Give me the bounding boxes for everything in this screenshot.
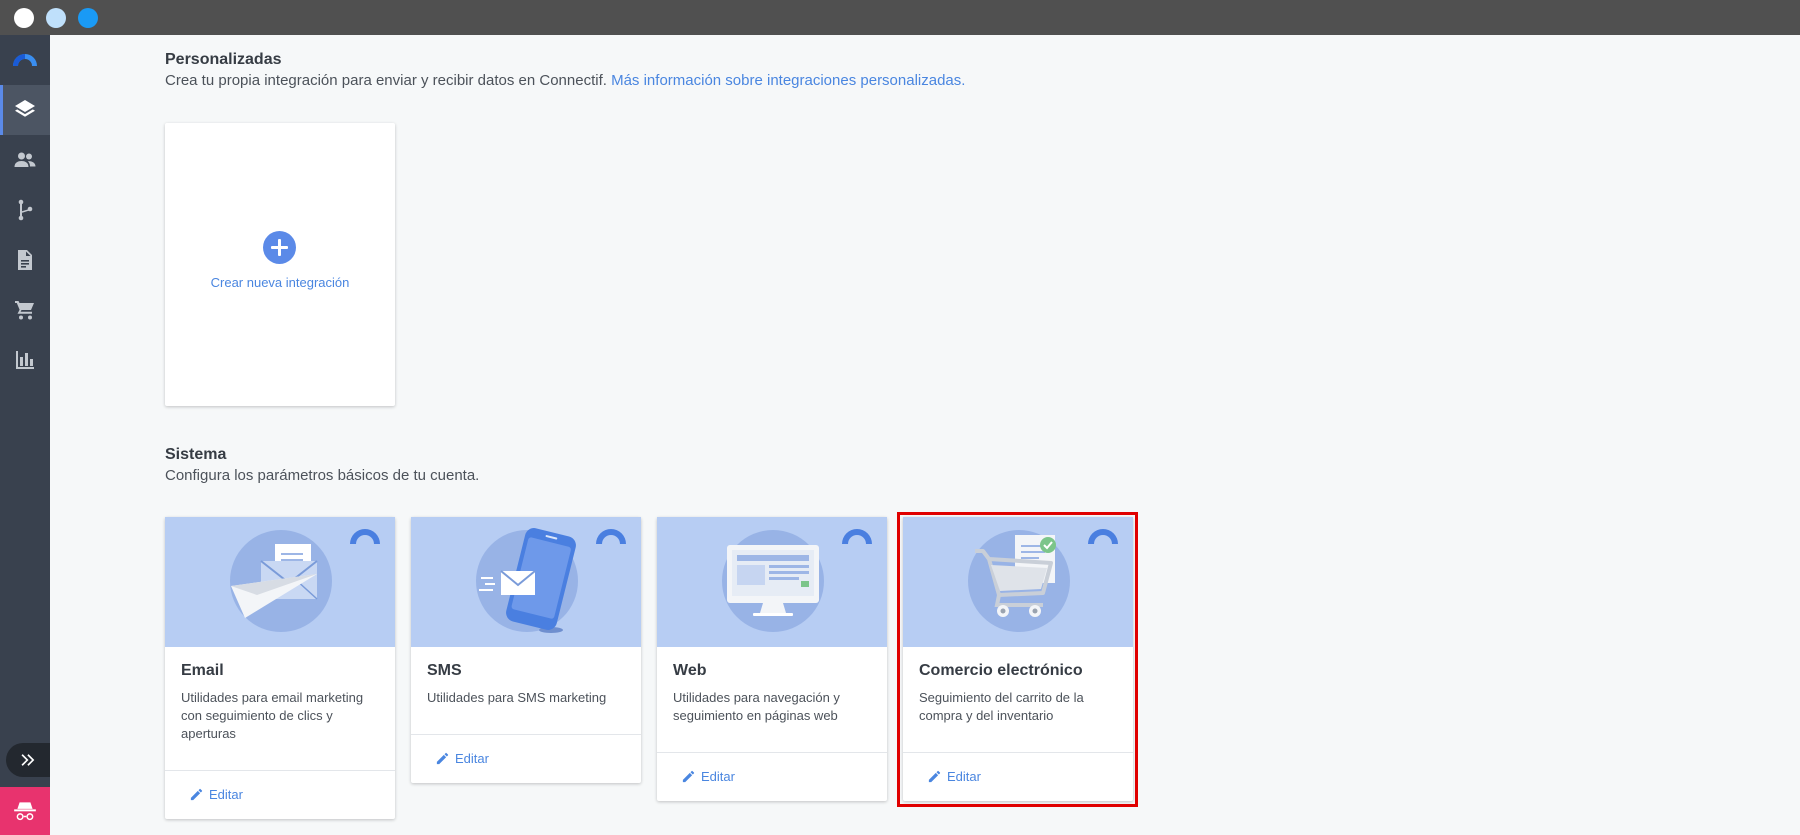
window-close-button[interactable] (14, 8, 34, 28)
new-integration-card[interactable]: Crear nueva integración (165, 123, 395, 406)
custom-section-description-text: Crea tu propia integración para enviar y… (165, 72, 607, 89)
card-description: Utilidades para email marketing con segu… (181, 690, 364, 741)
edit-label: Editar (701, 769, 735, 784)
custom-section-title: Personalizadas (165, 51, 282, 68)
window-minimize-button[interactable] (46, 8, 66, 28)
edit-sms-button[interactable]: Editar (411, 734, 641, 782)
sidebar-item-contacts[interactable] (0, 135, 50, 185)
connectif-logo (350, 529, 380, 544)
pencil-icon (436, 752, 449, 765)
plus-circle-icon (263, 231, 296, 264)
pencil-icon (928, 770, 941, 783)
edit-label: Editar (209, 787, 243, 802)
custom-section-description: Crea tu propia integración para enviar y… (165, 72, 965, 89)
edit-label: Editar (947, 769, 981, 784)
custom-integrations-info-link[interactable]: Más información sobre integraciones pers… (611, 72, 965, 89)
system-card-email[interactable]: Email Utilidades para email marketing co… (165, 517, 395, 819)
sidebar-item-content[interactable] (0, 235, 50, 285)
card-title: SMS (427, 662, 462, 679)
card-description: Seguimiento del carrito de la compra y d… (919, 690, 1084, 723)
edit-web-button[interactable]: Editar (657, 752, 887, 800)
sidebar (0, 35, 50, 835)
window-titlebar (0, 0, 1800, 35)
card-title: Comercio electrónico (919, 662, 1083, 679)
bar-chart-icon (16, 351, 34, 369)
edit-label: Editar (455, 751, 489, 766)
edit-ecommerce-button[interactable]: Editar (903, 752, 1133, 800)
double-chevron-right-icon (21, 754, 35, 766)
sidebar-item-store[interactable] (0, 285, 50, 335)
card-title: Email (181, 662, 224, 679)
card-description: Utilidades para navegación y seguimiento… (673, 690, 840, 723)
card-illustration (411, 517, 641, 647)
layers-icon (15, 100, 35, 117)
card-title: Web (673, 662, 707, 679)
system-card-sms[interactable]: SMS Utilidades para SMS marketing Editar (411, 517, 641, 783)
connectif-logo[interactable] (10, 50, 40, 70)
workflow-icon (18, 199, 33, 221)
sidebar-item-workflows[interactable] (0, 185, 50, 235)
pencil-icon (682, 770, 695, 783)
card-description: Utilidades para SMS marketing (427, 690, 607, 705)
edit-email-button[interactable]: Editar (165, 770, 395, 818)
incognito-user-icon (14, 802, 36, 821)
cart-icon (15, 301, 34, 320)
document-icon (18, 250, 32, 270)
new-integration-label: Crear nueva integración (210, 275, 350, 290)
people-icon (14, 152, 36, 167)
system-card-ecommerce[interactable]: Comercio electrónico Seguimiento del car… (903, 517, 1133, 801)
system-card-web[interactable]: Web Utilidades para navegación y seguimi… (657, 517, 887, 801)
connectif-logo (1088, 529, 1118, 544)
sidebar-item-integrations[interactable] (0, 85, 50, 135)
sidebar-item-reports[interactable] (0, 335, 50, 385)
user-menu-button[interactable] (0, 787, 50, 835)
system-section-description: Configura los parámetros básicos de tu c… (165, 467, 480, 484)
pencil-icon (190, 788, 203, 801)
card-illustration (657, 517, 887, 647)
expand-sidebar-button[interactable] (6, 743, 50, 777)
card-illustration (165, 517, 395, 647)
window-maximize-button[interactable] (78, 8, 98, 28)
connectif-logo (596, 529, 626, 544)
connectif-logo (842, 529, 872, 544)
system-section-title: Sistema (165, 446, 227, 463)
card-illustration (903, 517, 1133, 647)
